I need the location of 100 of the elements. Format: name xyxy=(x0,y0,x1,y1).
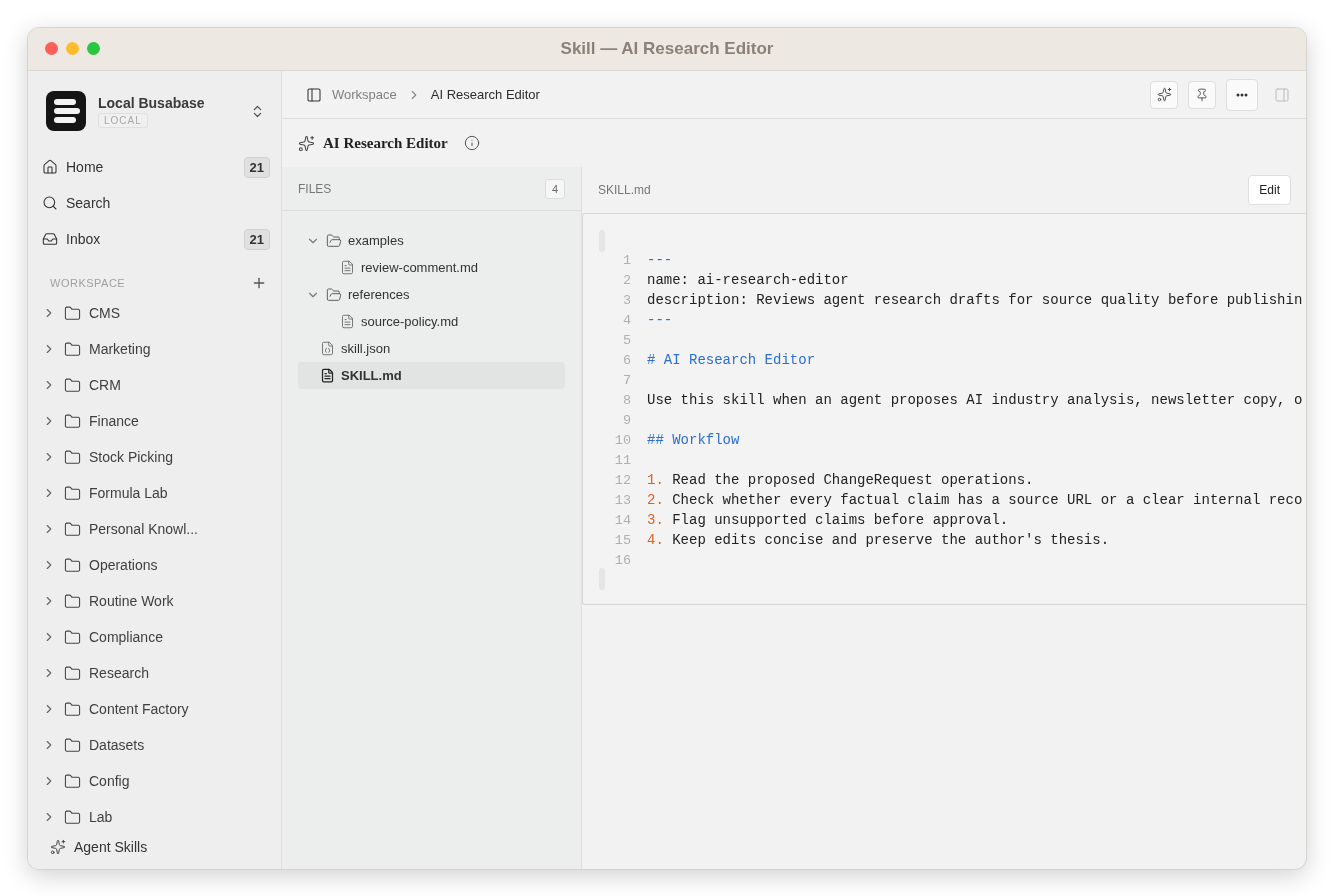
count-badge: 21 xyxy=(243,156,270,178)
folder-item[interactable]: Research xyxy=(28,655,281,691)
edit-button[interactable]: Edit xyxy=(1248,175,1291,205)
file-name: SKILL.md xyxy=(598,183,651,197)
line-number: 2 xyxy=(621,272,632,288)
folder-icon xyxy=(64,340,81,358)
breadcrumb-link[interactable]: AI Research Editor xyxy=(430,87,540,102)
code-text: --- xyxy=(647,252,673,268)
file-row[interactable]: SKILL.md xyxy=(298,362,565,389)
sparkles-icon xyxy=(1156,87,1172,102)
sparkles-icon xyxy=(298,134,315,152)
folder-item[interactable]: Lab xyxy=(28,799,281,833)
search-icon xyxy=(42,195,58,211)
nav-item[interactable]: Home 21 xyxy=(28,149,281,185)
zoom-button[interactable] xyxy=(87,42,100,55)
line-number: 8 xyxy=(621,392,632,408)
folder-icon xyxy=(64,700,81,718)
folder-icon xyxy=(64,412,81,430)
folder-item[interactable]: Content Factory xyxy=(28,691,281,727)
line-number: 10 xyxy=(613,432,632,448)
nav-item[interactable]: Inbox 21 xyxy=(28,221,281,257)
line-number: 13 xyxy=(613,492,632,508)
open-folder-icon xyxy=(326,232,342,249)
add-icon[interactable] xyxy=(251,275,267,291)
file-row[interactable]: review-comment.md xyxy=(298,254,565,281)
agent-skills-item[interactable]: Agent Skills xyxy=(28,833,281,869)
section-label: WORKSPACE xyxy=(50,277,126,289)
ai-button[interactable] xyxy=(1150,80,1178,109)
open-folder-icon xyxy=(326,286,342,303)
line-number: 6 xyxy=(621,352,632,368)
code-text: Check whether every factual claim has a source URL or a clear internal reco xyxy=(672,492,1303,508)
line-number: 4 xyxy=(621,312,632,328)
file-row[interactable]: skill.json xyxy=(298,335,565,362)
logo-icon xyxy=(46,91,86,131)
more-button[interactable] xyxy=(1226,78,1258,111)
folder-icon xyxy=(64,484,81,502)
line-number: 1 xyxy=(621,252,632,268)
folder-icon xyxy=(64,592,81,610)
line-number: 9 xyxy=(621,412,632,428)
folder-item[interactable]: Routine Work xyxy=(28,583,281,619)
folder-icon xyxy=(64,448,81,466)
pin-icon xyxy=(1195,87,1209,102)
nav-item[interactable]: Search xyxy=(28,185,281,221)
folder-row[interactable]: references xyxy=(298,281,565,308)
breadcrumb-link[interactable]: Workspace xyxy=(332,87,397,102)
line-number: 14 xyxy=(613,512,632,528)
list-marker: 3. xyxy=(647,512,664,528)
list-marker: 2. xyxy=(647,492,664,508)
folder-item[interactable]: Compliance xyxy=(28,619,281,655)
folder-icon xyxy=(64,376,81,394)
line-number: 7 xyxy=(621,372,632,388)
panel-title: FILES xyxy=(298,181,332,196)
file-icon xyxy=(340,314,355,329)
folder-item[interactable]: Personal Knowl... xyxy=(28,511,281,547)
line-number: 5 xyxy=(621,332,632,348)
info-icon[interactable] xyxy=(463,135,480,151)
folder-icon xyxy=(64,736,81,754)
sparkles-icon xyxy=(50,839,66,855)
folder-row[interactable]: examples xyxy=(298,227,565,254)
folder-icon xyxy=(64,664,81,682)
close-button[interactable] xyxy=(45,42,58,55)
folder-item[interactable]: CRM xyxy=(28,367,281,403)
workspace-badge: LOCAL xyxy=(98,112,148,128)
sidebar-toggle-icon[interactable] xyxy=(306,86,322,103)
folder-item[interactable]: Finance xyxy=(28,403,281,439)
folder-item[interactable]: Marketing xyxy=(28,331,281,367)
code-text: Keep edits concise and preserve the author's thesis. xyxy=(672,532,1110,548)
folder-icon xyxy=(64,520,81,538)
window-title: Skill — AI Research Editor xyxy=(560,39,774,59)
line-number: 15 xyxy=(613,532,632,548)
folder-icon xyxy=(64,304,81,322)
folder-item[interactable]: CMS xyxy=(28,295,281,331)
workspace-name: Local Busabase xyxy=(98,94,205,111)
folder-icon xyxy=(64,808,81,826)
code-text: Use this skill when an agent proposes AI industry analysis, newsletter copy, o xyxy=(647,392,1303,408)
more-icon xyxy=(1236,92,1248,97)
line-number: 3 xyxy=(621,292,632,308)
count-badge: 21 xyxy=(243,228,270,250)
home-icon xyxy=(42,159,58,175)
line-number: 11 xyxy=(613,452,632,468)
code-text: Flag unsupported claims before approval. xyxy=(672,512,1009,528)
file-count: 4 xyxy=(544,178,565,199)
code-text: Read the proposed ChangeRequest operations. xyxy=(672,472,1034,488)
json-file-icon xyxy=(320,341,335,356)
code-text: name: ai-research-editor xyxy=(647,272,849,288)
folder-item[interactable]: Config xyxy=(28,763,281,799)
folder-icon xyxy=(64,628,81,646)
folder-item[interactable]: Stock Picking xyxy=(28,439,281,475)
code-text: --- xyxy=(647,312,673,328)
line-number: 12 xyxy=(613,472,632,488)
list-marker: 1. xyxy=(647,472,664,488)
folder-icon xyxy=(64,772,81,790)
page-title: AI Research Editor xyxy=(323,134,448,152)
folder-item[interactable]: Datasets xyxy=(28,727,281,763)
folder-item[interactable]: Formula Lab xyxy=(28,475,281,511)
file-row[interactable]: source-policy.md xyxy=(298,308,565,335)
pin-button[interactable] xyxy=(1188,80,1216,109)
code-text: description: Reviews agent research drafts for source quality before publishin xyxy=(647,292,1303,308)
inbox-icon xyxy=(42,231,58,247)
folder-item[interactable]: Operations xyxy=(28,547,281,583)
